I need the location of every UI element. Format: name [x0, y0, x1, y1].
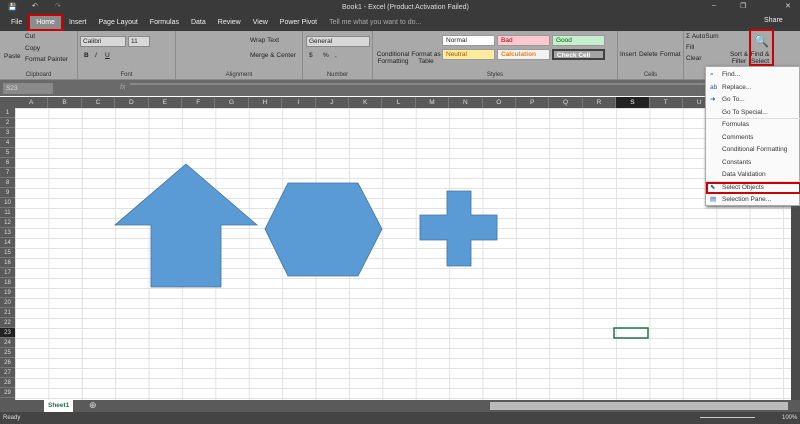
menu-item-data-validation[interactable]: Data Validation: [706, 169, 800, 182]
menu-item-icon: ⌕: [710, 71, 714, 78]
menu-item-label: Data Validation: [722, 171, 766, 178]
sheet-tab-sheet1[interactable]: Sheet1: [44, 400, 74, 412]
hexagon-shape[interactable]: [264, 182, 383, 277]
menu-item-go-to[interactable]: ➜ Go To...: [706, 94, 800, 107]
menu-item-icon: ⬉: [710, 183, 716, 191]
menu-item-formulas[interactable]: Formulas: [706, 119, 800, 132]
menu-item-constants[interactable]: Constants: [706, 157, 800, 170]
menu-item-label: Replace...: [722, 83, 752, 91]
menu-item-label: Selection Pane...: [722, 196, 772, 203]
menu-item-replace[interactable]: ab Replace...: [706, 82, 800, 95]
menu-item-icon: ab: [710, 83, 718, 91]
menu-item-label: Go To...: [722, 96, 745, 103]
up-arrow-shape[interactable]: [113, 163, 259, 288]
plus-shape[interactable]: [419, 190, 498, 267]
menu-item-label: Constants: [722, 158, 752, 166]
menu-item-find[interactable]: ⌕ Find...: [706, 69, 800, 82]
menu-item-icon: ➜: [710, 96, 716, 103]
menu-item-label: Find...: [722, 71, 741, 78]
menu-item-label: Select Objects: [722, 183, 764, 191]
status-bar: Ready 100%: [0, 412, 800, 424]
selected-cell-s23[interactable]: [613, 327, 649, 339]
menu-item-selection-pane[interactable]: ▤ Selection Pane...: [706, 194, 800, 207]
zoom-level[interactable]: 100%: [782, 415, 797, 421]
zoom-slider[interactable]: [700, 417, 755, 418]
menu-item-label: Formulas: [722, 121, 750, 128]
menu-item-label: Go To Special...: [722, 108, 768, 116]
menu-item-label: Conditional Formatting: [722, 146, 788, 153]
menu-item-icon: ▤: [710, 196, 717, 203]
menu-item-select-objects[interactable]: ⬉ Select Objects: [706, 181, 800, 194]
sheet-tab-bar: Sheet1 ⊕: [0, 400, 800, 412]
menu-item-conditional-formatting[interactable]: Conditional Formatting: [706, 144, 800, 157]
menu-item-go-to-special[interactable]: Go To Special...: [706, 107, 800, 119]
add-sheet-icon[interactable]: ⊕: [89, 400, 97, 411]
shapes-layer: [113, 163, 649, 339]
menu-item-label: Comments: [722, 133, 754, 141]
horizontal-scrollbar[interactable]: [490, 402, 788, 410]
menu-item-comments[interactable]: Comments: [706, 132, 800, 145]
find-select-menu: ⌕ Find... ab Replace... ➜ Go To... Go To Speci…: [705, 66, 800, 206]
status-ready: Ready: [3, 415, 21, 421]
